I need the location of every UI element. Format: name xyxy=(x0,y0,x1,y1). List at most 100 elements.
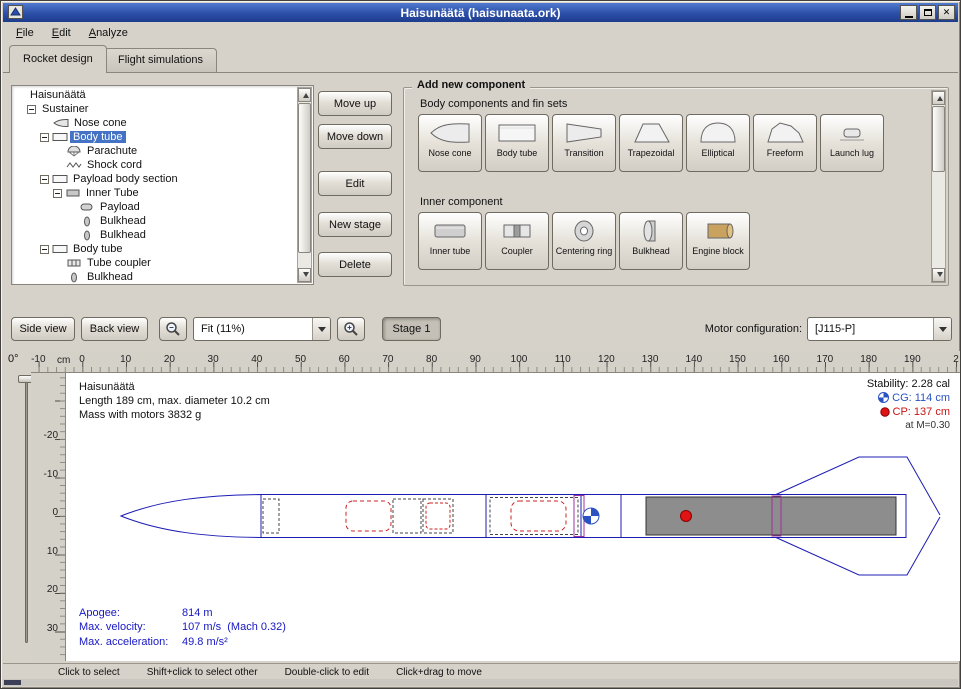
ruler-label: 60 xyxy=(339,354,350,365)
expander-icon[interactable] xyxy=(40,133,49,142)
mach-note: at M=0.30 xyxy=(867,419,950,433)
tab-flight-simulations[interactable]: Flight simulations xyxy=(104,48,217,73)
ruler-label: 160 xyxy=(773,354,790,365)
ruler-label: 130 xyxy=(642,354,659,365)
ruler-label: -10 xyxy=(31,354,45,365)
edit-button[interactable]: Edit xyxy=(318,171,392,196)
velocity-label: Max. velocity: xyxy=(79,620,182,635)
chevron-down-icon[interactable] xyxy=(933,318,951,340)
add-engine-block-button[interactable]: Engine block xyxy=(686,212,750,270)
tree-item-shock-cord[interactable]: Shock cord xyxy=(14,158,296,172)
add-coupler-button[interactable]: Coupler xyxy=(485,212,549,270)
motor-configuration-select[interactable]: [J115-P] xyxy=(807,317,952,341)
add-trapezoidal-fin-button[interactable]: Trapezoidal xyxy=(619,114,683,172)
scroll-up-icon[interactable] xyxy=(932,91,945,105)
nose-cone-icon xyxy=(53,118,71,128)
move-up-button[interactable]: Move up xyxy=(318,91,392,116)
tree-item-bulkhead[interactable]: Bulkhead xyxy=(14,270,296,284)
cg-icon xyxy=(878,392,889,403)
add-nose-cone-button[interactable]: Nose cone xyxy=(418,114,482,172)
scroll-down-icon[interactable] xyxy=(932,268,945,282)
motor-configuration-value: [J115-P] xyxy=(808,323,933,335)
add-component-group: Add new component Body components and fi… xyxy=(403,87,949,286)
zoom-in-button[interactable] xyxy=(337,317,365,341)
menu-file[interactable]: File xyxy=(7,24,43,42)
apogee-value: 814 m xyxy=(182,607,213,619)
hint-shift-click: Shift+click to select other xyxy=(147,667,258,678)
tree-scrollbar-thumb[interactable] xyxy=(298,103,311,253)
component-scrollbar-thumb[interactable] xyxy=(932,106,945,172)
menu-analyze[interactable]: Analyze xyxy=(80,24,137,42)
rocket-canvas[interactable]: Haisunäätä Length 189 cm, max. diameter … xyxy=(66,373,960,661)
stage-1-toggle[interactable]: Stage 1 xyxy=(382,317,441,341)
add-elliptical-fin-button[interactable]: Elliptical xyxy=(686,114,750,172)
zoom-select[interactable]: Fit (11%) xyxy=(193,317,331,341)
bulkhead-icon xyxy=(79,216,97,227)
tree-item-tube-coupler[interactable]: Tube coupler xyxy=(14,256,296,270)
maximize-button[interactable] xyxy=(919,5,936,20)
tree-item-body-tube[interactable]: Body tube xyxy=(14,130,296,144)
tree-scrollbar[interactable] xyxy=(297,87,312,283)
transition-icon xyxy=(562,119,606,147)
expander-icon[interactable] xyxy=(40,245,49,254)
tree-item-body-tube[interactable]: Body tube xyxy=(14,242,296,256)
rotation-slider[interactable] xyxy=(25,375,28,643)
new-stage-button[interactable]: New stage xyxy=(318,212,392,237)
delete-button[interactable]: Delete xyxy=(318,252,392,277)
tab-rocket-design[interactable]: Rocket design xyxy=(9,45,107,73)
ruler-label: 50 xyxy=(295,354,306,365)
tree-item-bulkhead[interactable]: Bulkhead xyxy=(14,228,296,242)
component-panel-scrollbar[interactable] xyxy=(931,90,946,283)
scroll-down-icon[interactable] xyxy=(298,268,311,282)
tree-item-parachute[interactable]: Parachute xyxy=(14,144,296,158)
side-view-button[interactable]: Side view xyxy=(11,317,75,341)
cp-value: CP: 137 cm xyxy=(893,406,950,418)
freeform-fin-icon xyxy=(763,119,807,147)
nose-cone-icon xyxy=(428,119,472,147)
tree-item-bulkhead[interactable]: Bulkhead xyxy=(14,214,296,228)
tree-item-sustainer[interactable]: Sustainer xyxy=(14,102,296,116)
back-view-button[interactable]: Back view xyxy=(81,317,148,341)
tree-item-inner-tube[interactable]: Inner Tube xyxy=(14,186,296,200)
expander-icon[interactable] xyxy=(27,105,36,114)
add-inner-tube-button[interactable]: Inner tube xyxy=(418,212,482,270)
tree-item-haisun-t[interactable]: Haisunäätä xyxy=(14,88,296,102)
stability-value: Stability: 2.28 cal xyxy=(867,377,950,391)
scroll-up-icon[interactable] xyxy=(298,88,311,102)
hint-drag: Click+drag to move xyxy=(396,667,482,678)
menu-bar: File Edit Analyze xyxy=(3,22,958,44)
add-transition-button[interactable]: Transition xyxy=(552,114,616,172)
add-freeform-fin-button[interactable]: Freeform xyxy=(753,114,817,172)
minimize-button[interactable] xyxy=(900,5,917,20)
cg-value: CG: 114 cm xyxy=(892,392,950,404)
rocket-mass: Mass with motors 3832 g xyxy=(79,408,270,422)
move-down-button[interactable]: Move down xyxy=(318,124,392,149)
title-bar[interactable]: Haisunäätä (haisunaata.ork) ✕ xyxy=(3,3,958,22)
zoom-out-icon xyxy=(165,321,181,337)
coupler-icon xyxy=(495,217,539,245)
expander-icon[interactable] xyxy=(40,175,49,184)
body-tube-icon xyxy=(52,174,70,184)
bulkhead-icon xyxy=(66,272,84,283)
horizontal-scrollbar[interactable] xyxy=(3,679,958,686)
tree-item-payload[interactable]: Payload xyxy=(14,200,296,214)
rocket-info: Haisunäätä Length 189 cm, max. diameter … xyxy=(79,380,270,422)
payload-icon xyxy=(79,202,97,212)
component-tree[interactable]: HaisunäätäSustainerNose coneBody tubePar… xyxy=(11,85,314,285)
bulkhead-icon xyxy=(629,217,673,245)
ruler-label: -20 xyxy=(44,430,58,441)
add-bulkhead-button[interactable]: Bulkhead xyxy=(619,212,683,270)
window-title: Haisunäätä (haisunaata.ork) xyxy=(3,6,958,20)
motor-configuration-label: Motor configuration: xyxy=(688,323,802,335)
menu-edit[interactable]: Edit xyxy=(43,24,80,42)
close-button[interactable]: ✕ xyxy=(938,5,955,20)
chevron-down-icon[interactable] xyxy=(312,318,330,340)
tree-item-payload-body-section[interactable]: Payload body section xyxy=(14,172,296,186)
add-body-tube-button[interactable]: Body tube xyxy=(485,114,549,172)
add-launch-lug-button[interactable]: Launch lug xyxy=(820,114,884,172)
add-centering-ring-button[interactable]: Centering ring xyxy=(552,212,616,270)
expander-icon[interactable] xyxy=(53,189,62,198)
horizontal-scrollbar-thumb[interactable] xyxy=(4,680,21,685)
tree-item-nose-cone[interactable]: Nose cone xyxy=(14,116,296,130)
zoom-out-button[interactable] xyxy=(159,317,187,341)
